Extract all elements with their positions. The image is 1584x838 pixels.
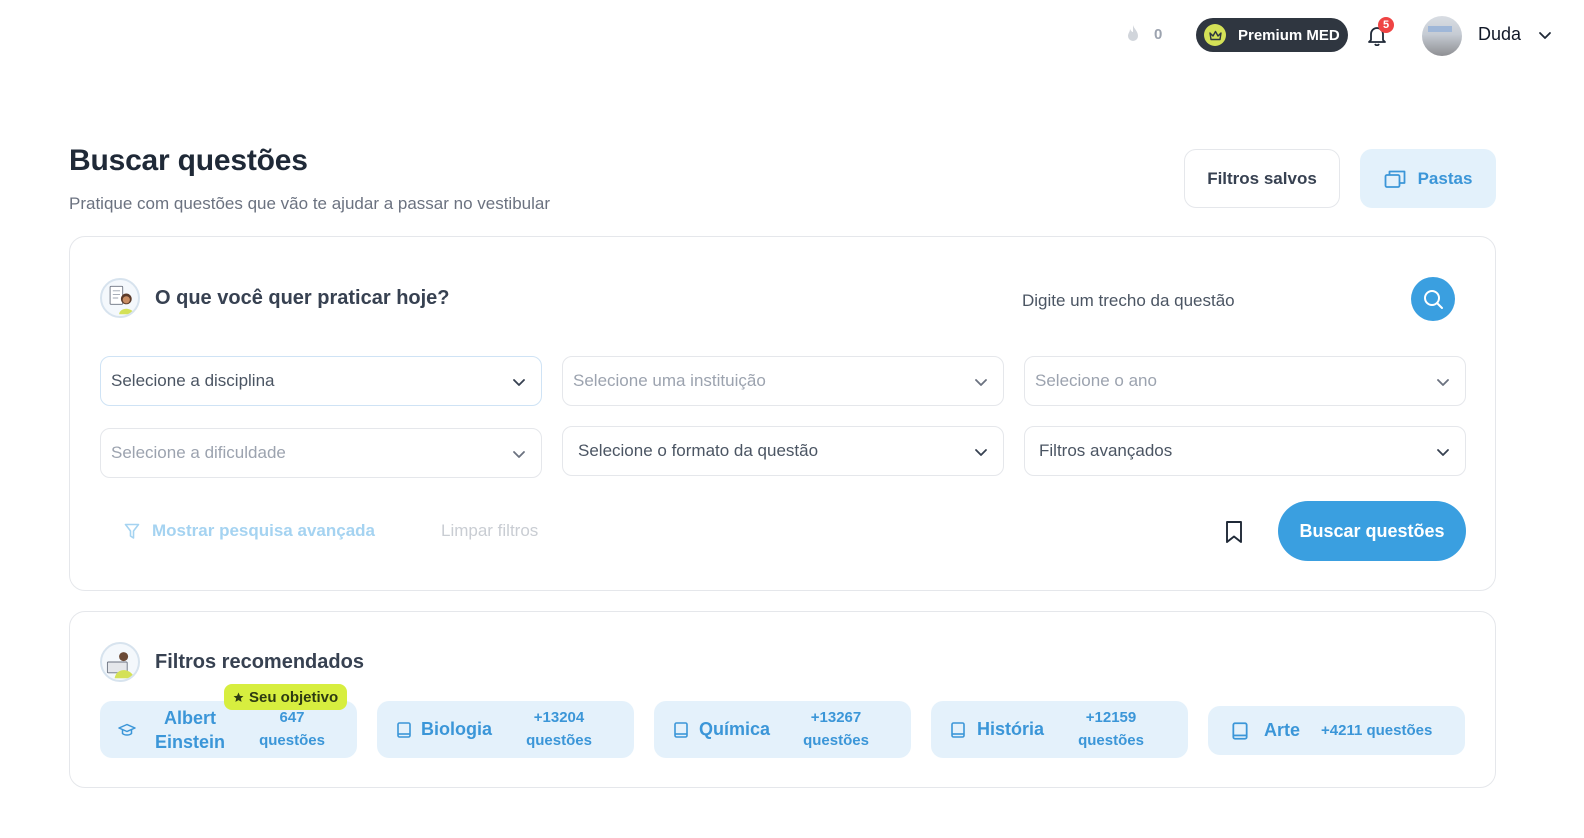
recommended-chip-historia[interactable]: História +12159 questões bbox=[931, 701, 1188, 758]
premium-badge[interactable]: Premium MED bbox=[1196, 18, 1348, 52]
book-icon bbox=[397, 721, 411, 738]
text-search-button[interactable] bbox=[1411, 277, 1455, 321]
chevron-down-icon[interactable] bbox=[1538, 28, 1552, 42]
question-format-select-value: Selecione o formato da questão bbox=[578, 441, 819, 460]
recommended-chip-quimica[interactable]: Química +13267 questões bbox=[654, 701, 911, 758]
chip-label-line1: Albert bbox=[163, 708, 216, 728]
goal-badge: Seu objetivo bbox=[224, 684, 348, 710]
discipline-select[interactable]: Selecione a disciplina bbox=[100, 356, 542, 406]
flame-icon bbox=[1128, 25, 1138, 41]
recommended-filters-card: Filtros recomendados Albert Einstein 647… bbox=[69, 611, 1496, 788]
avatar[interactable] bbox=[1422, 16, 1462, 56]
chip-label-line2: Einstein bbox=[154, 732, 225, 752]
recommended-chip-biologia[interactable]: Biologia +13204 questões bbox=[377, 701, 634, 758]
advanced-filters-select-value: Filtros avançados bbox=[1039, 441, 1173, 460]
bookmark-icon[interactable] bbox=[1224, 520, 1244, 544]
discipline-select-value: Selecione a disciplina bbox=[111, 371, 275, 390]
page-title: Buscar questões bbox=[69, 144, 308, 177]
streak-counter[interactable]: 0 bbox=[1124, 24, 1162, 44]
chevron-down-icon bbox=[975, 379, 987, 386]
chevron-down-icon bbox=[1437, 449, 1449, 456]
book-icon bbox=[1232, 721, 1248, 740]
laptop-avatar-icon bbox=[100, 642, 140, 682]
premium-label: Premium MED bbox=[1238, 26, 1340, 44]
chip-count: +13204 questões bbox=[515, 706, 603, 752]
chip-count-line2: questões bbox=[1078, 732, 1144, 749]
notification-badge: 5 bbox=[1378, 17, 1394, 33]
chevron-down-icon bbox=[975, 449, 987, 456]
crown-icon bbox=[1204, 24, 1226, 46]
institution-select-value: Selecione uma instituição bbox=[573, 371, 766, 390]
chip-count-line1: +13204 bbox=[533, 709, 585, 726]
chip-count: +12159 questões bbox=[1067, 706, 1155, 752]
page-subtitle: Pratique com questões que vão te ajudar … bbox=[69, 194, 551, 213]
show-advanced-search-link[interactable]: Mostrar pesquisa avançada bbox=[124, 521, 375, 541]
chip-count-line2: questões bbox=[259, 732, 325, 749]
star-icon bbox=[233, 692, 244, 702]
book-icon bbox=[951, 721, 965, 738]
chip-count-line2: questões bbox=[803, 732, 869, 749]
chip-label: História bbox=[977, 719, 1045, 739]
search-icon bbox=[1424, 290, 1443, 309]
folders-icon bbox=[1384, 170, 1405, 188]
chip-count: +13267 questões bbox=[792, 706, 880, 752]
streak-count: 0 bbox=[1154, 25, 1163, 43]
chevron-down-icon bbox=[513, 451, 525, 458]
student-avatar-icon bbox=[100, 278, 140, 318]
chip-count-line2: questões bbox=[526, 732, 592, 749]
folders-label: Pastas bbox=[1417, 168, 1473, 188]
folders-button[interactable]: Pastas bbox=[1360, 149, 1496, 208]
advanced-filters-select[interactable]: Filtros avançados bbox=[1024, 426, 1466, 476]
question-text-search-input[interactable] bbox=[1022, 289, 1412, 313]
chip-label: Albert Einstein bbox=[150, 706, 230, 754]
top-bar: 0 Premium MED 5 Duda bbox=[0, 14, 1584, 58]
recommended-filters-title: Filtros recomendados bbox=[155, 651, 364, 673]
filter-icon bbox=[124, 523, 140, 539]
notifications-button[interactable]: 5 bbox=[1366, 17, 1394, 48]
chip-count-line1: +13267 bbox=[810, 709, 862, 726]
chip-label: Química bbox=[699, 719, 771, 739]
difficulty-select[interactable]: Selecione a dificuldade bbox=[100, 428, 542, 478]
show-advanced-search-label: Mostrar pesquisa avançada bbox=[152, 521, 375, 540]
search-card-title: O que você quer praticar hoje? bbox=[155, 287, 450, 309]
institution-select[interactable]: Selecione uma instituição bbox=[562, 356, 1004, 406]
chip-count: +4211 questões bbox=[1321, 722, 1433, 739]
year-select[interactable]: Selecione o ano bbox=[1024, 356, 1466, 406]
recommended-chip-arte[interactable]: Arte +4211 questões bbox=[1208, 706, 1465, 755]
chip-count-line1: 647 bbox=[279, 709, 305, 726]
book-icon bbox=[674, 721, 688, 738]
search-questions-button[interactable]: Buscar questões bbox=[1278, 501, 1466, 561]
question-format-select[interactable]: Selecione o formato da questão bbox=[562, 426, 1004, 476]
chip-label: Biologia bbox=[421, 719, 492, 739]
goal-badge-label: Seu objetivo bbox=[249, 688, 339, 706]
username[interactable]: Duda bbox=[1478, 24, 1521, 45]
clear-filters-link[interactable]: Limpar filtros bbox=[441, 521, 538, 541]
chevron-down-icon bbox=[513, 379, 525, 386]
graduation-cap-icon bbox=[118, 723, 136, 736]
difficulty-select-value: Selecione a dificuldade bbox=[111, 443, 286, 462]
chip-count-line1: +12159 bbox=[1085, 709, 1137, 726]
chip-count: 647 questões bbox=[250, 706, 334, 752]
year-select-value: Selecione o ano bbox=[1035, 371, 1157, 390]
chevron-down-icon bbox=[1437, 379, 1449, 386]
saved-filters-button[interactable]: Filtros salvos bbox=[1184, 149, 1340, 208]
search-card: O que você quer praticar hoje? Selecione… bbox=[69, 236, 1496, 591]
chip-label: Arte bbox=[1264, 720, 1301, 740]
